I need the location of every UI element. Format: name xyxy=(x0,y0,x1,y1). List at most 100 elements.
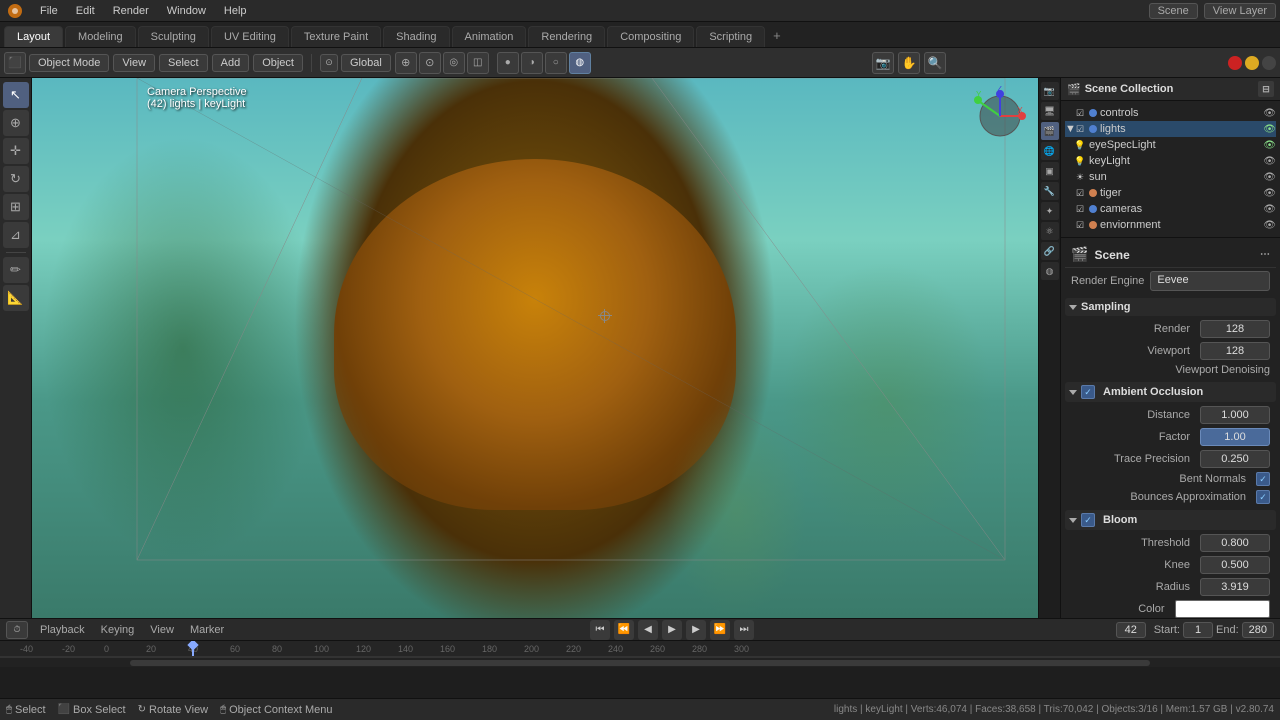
material-shading-btn[interactable]: ◑ xyxy=(521,52,543,74)
bloom-header[interactable]: ✓ Bloom xyxy=(1065,510,1276,530)
ao-distance-value[interactable]: 1.000 xyxy=(1200,406,1270,424)
filter-icon[interactable]: ⊟ xyxy=(1258,81,1274,97)
tab-sculpting[interactable]: Sculpting xyxy=(138,26,209,47)
snap-icon[interactable]: ⊕ xyxy=(395,52,417,74)
jump-end-btn[interactable]: ⏭ xyxy=(734,620,754,640)
sc-expand-lights[interactable]: ▼ xyxy=(1065,123,1073,135)
physics-icon[interactable]: ⚛ xyxy=(1041,222,1059,240)
ao-checkbox[interactable]: ✓ xyxy=(1081,385,1095,399)
viewport-value[interactable]: 128 xyxy=(1200,342,1270,360)
view-layer-dropdown[interactable]: View Layer xyxy=(1204,3,1276,19)
object-mode-dropdown[interactable]: Object Mode xyxy=(29,54,109,72)
tab-rendering[interactable]: Rendering xyxy=(528,26,605,47)
constraint-icon[interactable]: 🔗 xyxy=(1041,242,1059,260)
sc-item-sun[interactable]: ☀ sun 👁 xyxy=(1073,169,1276,185)
eye-controls[interactable]: 👁 xyxy=(1263,108,1276,119)
transform-icon[interactable]: ⊙ xyxy=(320,54,338,72)
eye-eyespeclight[interactable]: 👁 xyxy=(1263,140,1276,151)
add-workspace-btn[interactable]: + xyxy=(767,24,787,47)
sampling-header[interactable]: Sampling xyxy=(1065,298,1276,316)
current-frame-display[interactable]: 42 xyxy=(1116,622,1146,638)
hand-btn[interactable]: ✋ xyxy=(898,52,920,74)
rendered-shading-btn[interactable]: ○ xyxy=(545,52,567,74)
sc-item-controls[interactable]: ☑ controls 👁 xyxy=(1065,105,1276,121)
sc-check-tiger[interactable]: ☑ xyxy=(1073,186,1087,200)
tool-annotate[interactable]: ✏ xyxy=(3,257,29,283)
select-btn[interactable]: Select xyxy=(159,54,208,72)
mode-icon[interactable]: ⬛ xyxy=(4,52,26,74)
eye-tiger[interactable]: 👁 xyxy=(1263,188,1276,199)
viewport-gizmo[interactable]: X Y Z xyxy=(970,86,1030,146)
eye-enviornment[interactable]: 👁 xyxy=(1263,220,1276,231)
sc-item-cameras[interactable]: ☑ cameras 👁 xyxy=(1065,201,1276,217)
sc-item-tiger[interactable]: ☑ tiger 👁 xyxy=(1065,185,1276,201)
menu-help[interactable]: Help xyxy=(216,3,255,19)
sc-item-enviornment[interactable]: ☑ enviornment 👁 xyxy=(1065,217,1276,233)
timeline-track[interactable]: -40 -20 0 20 40 60 80 100 120 140 160 18… xyxy=(0,641,1280,698)
tool-scale[interactable]: ⊞ xyxy=(3,194,29,220)
ao-header[interactable]: ✓ Ambient Occlusion xyxy=(1065,382,1276,402)
sc-item-lights[interactable]: ▼ ☑ lights 👁 xyxy=(1065,121,1276,137)
tab-shading[interactable]: Shading xyxy=(383,26,449,47)
bloom-threshold-value[interactable]: 0.800 xyxy=(1200,534,1270,552)
scene-props-more[interactable]: ⋯ xyxy=(1260,249,1270,260)
overlay-icon[interactable]: ◎ xyxy=(443,52,465,74)
xray-icon[interactable]: ◫ xyxy=(467,52,489,74)
rendered-btn[interactable]: ◍ xyxy=(569,52,591,74)
timeline-scrollbar[interactable] xyxy=(0,657,1280,667)
viewport[interactable]: Camera Perspective (42) lights | keyLigh… xyxy=(32,78,1038,618)
zoom-btn[interactable]: 🔍 xyxy=(924,52,946,74)
eye-keylight[interactable]: 👁 xyxy=(1263,156,1276,167)
sc-item-keylight[interactable]: 💡 keyLight 👁 xyxy=(1073,153,1276,169)
render-engine-select[interactable]: Eevee xyxy=(1150,271,1270,291)
tool-transform[interactable]: ⊿ xyxy=(3,222,29,248)
ao-factor-value[interactable]: 1.00 xyxy=(1200,428,1270,446)
render-icon[interactable]: 📷 xyxy=(1041,82,1059,100)
timeline-marker[interactable]: Marker xyxy=(186,624,228,636)
timeline-view[interactable]: View xyxy=(146,624,178,636)
proportional-icon[interactable]: ⊙ xyxy=(419,52,441,74)
tab-texture-paint[interactable]: Texture Paint xyxy=(291,26,381,47)
menu-edit[interactable]: Edit xyxy=(68,3,103,19)
eye-sun[interactable]: 👁 xyxy=(1263,172,1276,183)
scene-dropdown[interactable]: Scene xyxy=(1149,3,1198,19)
prev-keyframe-btn[interactable]: ⏪ xyxy=(614,620,634,640)
next-keyframe-btn[interactable]: ⏩ xyxy=(710,620,730,640)
transform-dropdown[interactable]: Global xyxy=(341,54,391,72)
sc-check-cameras[interactable]: ☑ xyxy=(1073,202,1087,216)
jump-start-btn[interactable]: ⏮ xyxy=(590,620,610,640)
scrollbar-thumb[interactable] xyxy=(130,660,1151,666)
scene-icon-btn[interactable]: 🎬 xyxy=(1041,122,1059,140)
tool-rotate[interactable]: ↻ xyxy=(3,166,29,192)
material-icon[interactable]: ◍ xyxy=(1041,262,1059,280)
bloom-knee-value[interactable]: 0.500 xyxy=(1200,556,1270,574)
object-icon-btn[interactable]: ▣ xyxy=(1041,162,1059,180)
tab-modeling[interactable]: Modeling xyxy=(65,26,136,47)
tool-measure[interactable]: 📐 xyxy=(3,285,29,311)
bloom-checkbox[interactable]: ✓ xyxy=(1081,513,1095,527)
eye-cameras[interactable]: 👁 xyxy=(1263,204,1276,215)
sc-check-controls[interactable]: ☑ xyxy=(1073,106,1087,120)
menu-render[interactable]: Render xyxy=(105,3,157,19)
tab-animation[interactable]: Animation xyxy=(452,26,527,47)
ao-trace-value[interactable]: 0.250 xyxy=(1200,450,1270,468)
bloom-color-swatch[interactable] xyxy=(1175,600,1271,618)
timeline-clock-icon[interactable]: ⏱ xyxy=(6,621,28,639)
sc-check-enviornment[interactable]: ☑ xyxy=(1073,218,1087,232)
world-icon[interactable]: 🌐 xyxy=(1041,142,1059,160)
bloom-radius-value[interactable]: 3.919 xyxy=(1200,578,1270,596)
tool-select[interactable]: ↖ xyxy=(3,82,29,108)
tool-move[interactable]: ✛ xyxy=(3,138,29,164)
ao-bent-checkbox[interactable]: ✓ xyxy=(1256,472,1270,486)
tab-layout[interactable]: Layout xyxy=(4,26,63,47)
menu-file[interactable]: File xyxy=(32,3,66,19)
sc-check-lights[interactable]: ☑ xyxy=(1073,122,1087,136)
particle-icon[interactable]: ✦ xyxy=(1041,202,1059,220)
eye-lights[interactable]: 👁 xyxy=(1263,124,1276,135)
step-fwd-btn[interactable]: ▶ xyxy=(686,620,706,640)
output-icon[interactable]: 🖥 xyxy=(1041,102,1059,120)
timeline-keying[interactable]: Keying xyxy=(97,624,139,636)
menu-window[interactable]: Window xyxy=(159,3,214,19)
sc-item-eyespeclight[interactable]: 💡 eyeSpecLight 👁 xyxy=(1073,137,1276,153)
add-btn[interactable]: Add xyxy=(212,54,250,72)
